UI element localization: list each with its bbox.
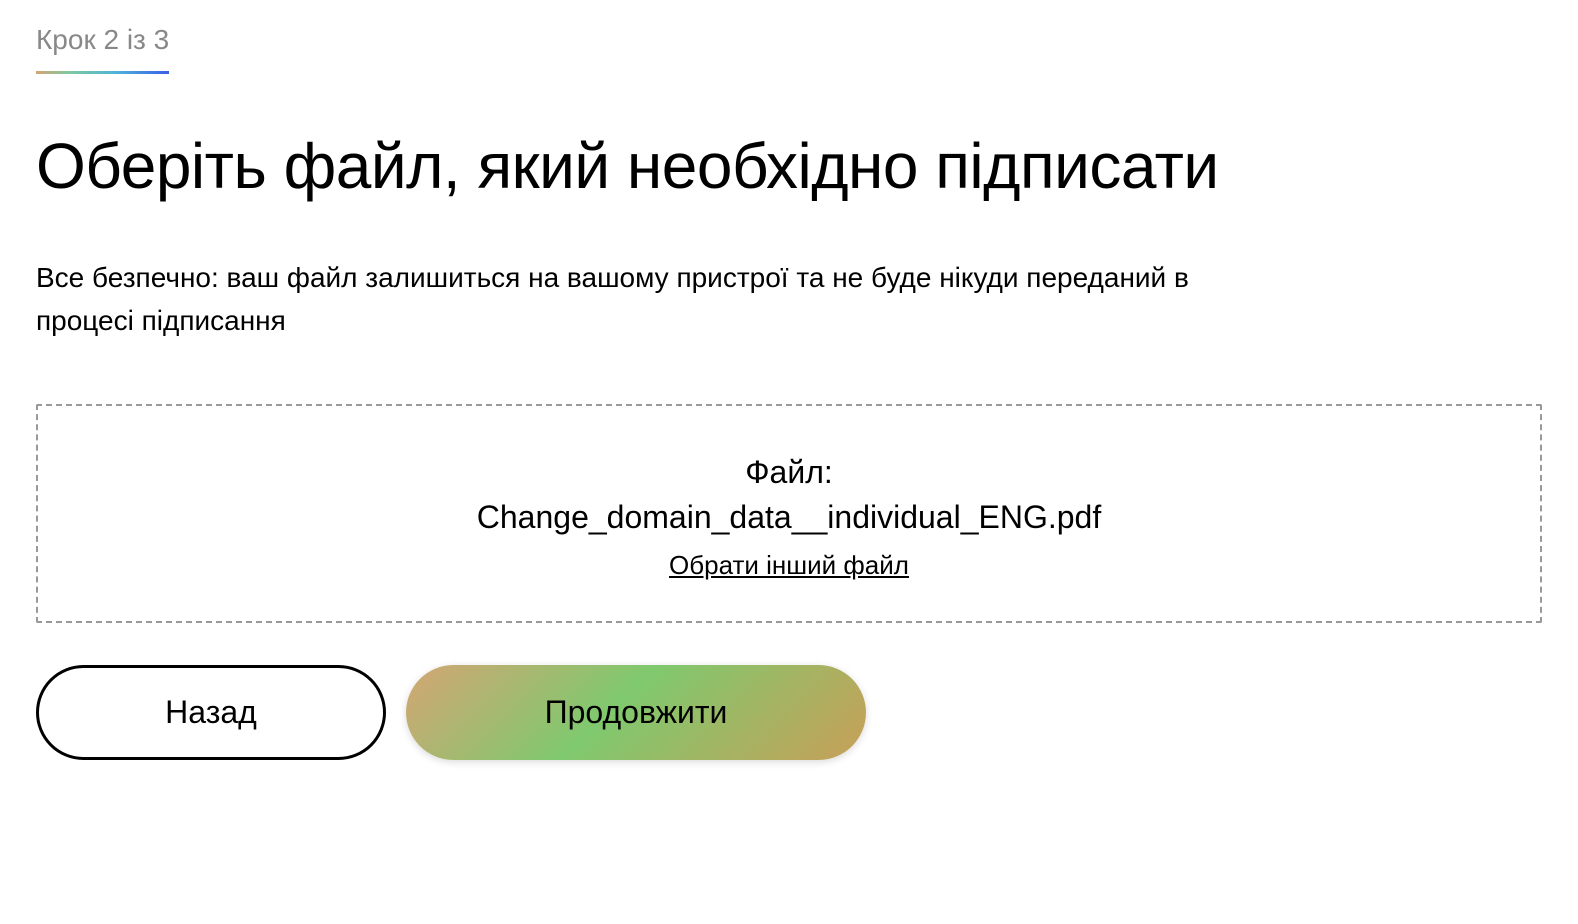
continue-button[interactable]: Продовжити	[406, 665, 866, 760]
file-dropzone[interactable]: Файл: Change_domain_data__individual_ENG…	[36, 404, 1542, 623]
button-row: Назад Продовжити	[36, 665, 1542, 760]
file-name: Change_domain_data__individual_ENG.pdf	[58, 495, 1520, 540]
choose-another-file-link[interactable]: Обрати інший файл	[669, 550, 909, 581]
file-label: Файл:	[58, 450, 1520, 495]
page-description: Все безпечно: ваш файл залишиться на ваш…	[36, 256, 1236, 343]
page-title: Оберіть файл, який необхідно підписати	[36, 130, 1542, 204]
step-indicator: Крок 2 із 3	[36, 24, 169, 74]
back-button[interactable]: Назад	[36, 665, 386, 760]
step-label: Крок 2 із 3	[36, 24, 169, 55]
